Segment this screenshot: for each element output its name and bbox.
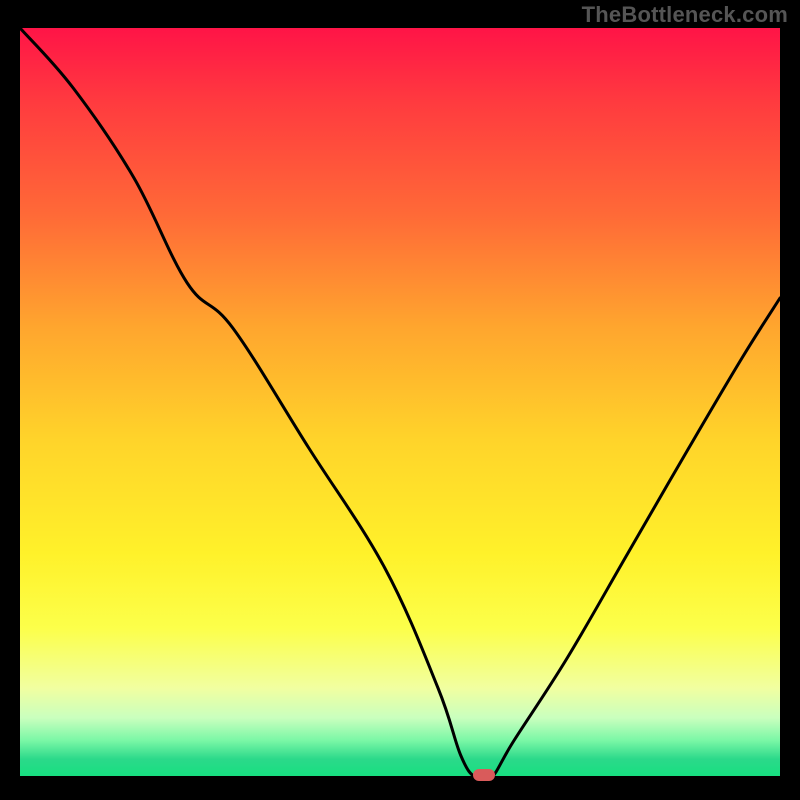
- x-axis-baseline: [20, 776, 780, 778]
- curve-layer: [20, 28, 780, 778]
- optimal-marker: [473, 769, 495, 781]
- watermark-text: TheBottleneck.com: [582, 2, 788, 28]
- plot-area: [20, 28, 780, 778]
- chart-frame: TheBottleneck.com: [0, 0, 800, 800]
- bottleneck-curve: [20, 28, 780, 778]
